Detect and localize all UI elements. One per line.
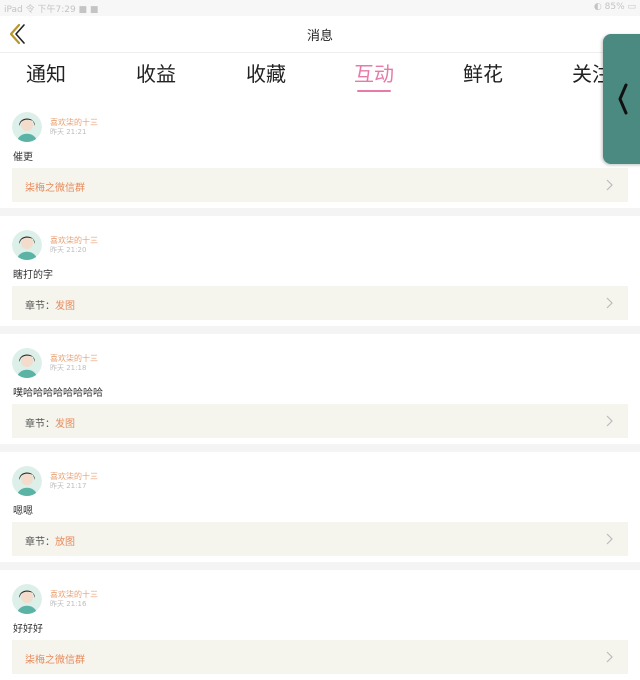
divider (0, 326, 640, 334)
chevron-right-icon (606, 533, 613, 545)
avatar[interactable] (12, 466, 42, 496)
status-right: ◐ 85% ▭ (593, 2, 636, 12)
list-item: 喜欢柒的十三 昨天 21:18 噗哈哈哈哈哈哈哈哈 章节：发图 (0, 338, 640, 448)
timestamp: 昨天 21:20 (50, 246, 87, 254)
timestamp: 昨天 21:16 (50, 600, 87, 608)
chevron-left-icon (618, 83, 628, 115)
ref-value: 柒梅之微信群 (25, 655, 85, 666)
tab-underline (357, 90, 391, 92)
timestamp: 昨天 21:21 (50, 128, 87, 136)
ref-value: 放图 (55, 537, 75, 548)
divider (0, 444, 640, 452)
message-content: 瞎打的字 (13, 270, 53, 281)
tab-label: 收藏 (246, 62, 286, 86)
avatar[interactable] (12, 348, 42, 378)
ref-label: 章节： (25, 301, 55, 312)
tab-favorites[interactable]: 收藏 (211, 58, 321, 96)
list-item: 喜欢柒的十三 昨天 21:17 嗯嗯 章节：放图 (0, 456, 640, 566)
tab-bar: 通知 收益 收藏 互动 鲜花 关注 (0, 54, 640, 98)
message-content: 噗哈哈哈哈哈哈哈哈 (13, 388, 103, 399)
ref-value: 柒梅之微信群 (25, 183, 85, 194)
reference-link[interactable]: 章节：发图 (12, 404, 628, 438)
chevron-right-icon (606, 297, 613, 309)
reference-link[interactable]: 柒梅之微信群 (12, 168, 628, 202)
chevron-right-icon (606, 415, 613, 427)
reference-link[interactable]: 柒梅之微信群 (12, 640, 628, 674)
tab-notice[interactable]: 通知 (0, 58, 101, 96)
reference-link[interactable]: 章节：发图 (12, 286, 628, 320)
avatar[interactable] (12, 112, 42, 142)
tab-label: 互动 (354, 62, 394, 86)
nav-bar: 消息 (0, 16, 640, 53)
message-content: 嗯嗯 (13, 506, 33, 517)
list-item: 喜欢柒的十三 昨天 21:20 瞎打的字 章节：发图 (0, 220, 640, 330)
divider (0, 208, 640, 216)
reference-link[interactable]: 章节：放图 (12, 522, 628, 556)
tab-interaction[interactable]: 互动 (319, 58, 429, 96)
ref-label: 章节： (25, 419, 55, 430)
avatar[interactable] (12, 584, 42, 614)
list-item: 喜欢柒的十三 昨天 21:21 催更 柒梅之微信群 (0, 102, 640, 212)
status-left: iPad 令 下午7:29 ■ ■ (4, 5, 99, 15)
tab-label: 鲜花 (463, 62, 503, 86)
tab-flowers[interactable]: 鲜花 (428, 58, 538, 96)
divider (0, 562, 640, 570)
tab-label: 收益 (136, 62, 176, 86)
chevron-right-icon (606, 651, 613, 663)
message-content: 好好好 (13, 624, 43, 635)
page-title: 消息 (306, 29, 333, 44)
ref-label: 章节： (25, 537, 55, 548)
tab-label: 通知 (26, 62, 66, 86)
status-bar: iPad 令 下午7:29 ■ ■ ◐ 85% ▭ (0, 0, 640, 16)
ref-value: 发图 (55, 301, 75, 312)
avatar[interactable] (12, 230, 42, 260)
timestamp: 昨天 21:18 (50, 364, 87, 372)
ref-value: 发图 (55, 419, 75, 430)
tab-earnings[interactable]: 收益 (101, 58, 211, 96)
timestamp: 昨天 21:17 (50, 482, 87, 490)
list-item: 喜欢柒的十三 昨天 21:16 好好好 柒梅之微信群 (0, 574, 640, 680)
message-content: 催更 (13, 152, 33, 163)
chevron-right-icon (606, 179, 613, 191)
floating-collapse-button[interactable] (603, 34, 640, 164)
